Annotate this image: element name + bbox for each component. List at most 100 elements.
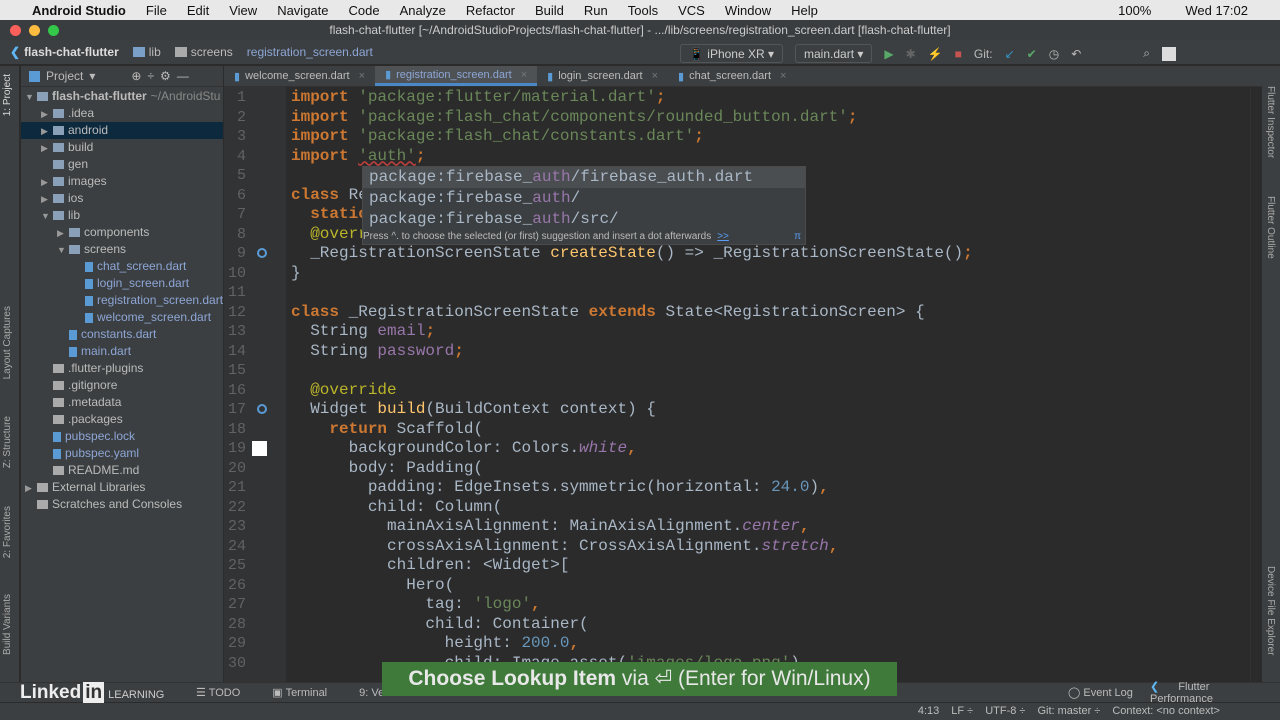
tab-welcome-screen[interactable]: ▮ welcome_screen.dart × [224,66,375,86]
tree-item[interactable]: registration_screen.dart [21,292,223,309]
line-separator[interactable]: LF ÷ [951,705,973,717]
menu-refactor[interactable]: Refactor [466,3,515,18]
tab-chat-screen[interactable]: ▮ chat_screen.dart × [668,66,796,86]
close-tab-icon[interactable]: × [359,70,365,82]
expand-arrow-icon[interactable]: ▶ [57,225,69,242]
run-config-selector[interactable]: main.dart ▾ [795,44,873,63]
menu-code[interactable]: Code [349,3,380,18]
tree-item[interactable]: constants.dart [21,326,223,343]
breadcrumb-file[interactable]: registration_screen.dart [247,45,373,59]
breadcrumb-screens[interactable]: screens [174,45,233,59]
menu-help[interactable]: Help [791,3,818,18]
tree-item[interactable]: ▶ images [21,173,223,190]
hint-more-link[interactable]: >> [717,231,729,242]
expand-arrow-icon[interactable]: ▶ [41,106,53,123]
tree-item[interactable]: ▼ flash-chat-flutter ~/AndroidStu [21,88,223,105]
menu-navigate[interactable]: Navigate [277,3,328,18]
expand-arrow-icon[interactable]: ▶ [41,123,53,140]
tree-item[interactable]: .metadata [21,394,223,411]
tree-item[interactable]: chat_screen.dart [21,258,223,275]
expand-arrow-icon[interactable]: ▶ [41,140,53,157]
editor-scrollbar[interactable] [1250,87,1262,682]
caret-position[interactable]: 4:13 [918,705,939,717]
tree-item[interactable]: ▶ External Libraries [21,479,223,496]
tree-item[interactable]: gen [21,156,223,173]
tree-item[interactable]: welcome_screen.dart [21,309,223,326]
flutter-inspector-tab[interactable]: Flutter Inspector [1265,86,1276,158]
tree-item[interactable]: ▶ components [21,224,223,241]
tree-item[interactable]: ▶ android [21,122,223,139]
layout-captures-tab[interactable]: Layout Captures [2,306,13,379]
gear-icon[interactable]: ⚙ [160,69,171,83]
close-window-button[interactable] [10,25,21,36]
tree-item[interactable]: pubspec.lock [21,428,223,445]
terminal-tab[interactable]: ▣ Terminal [272,686,343,699]
menu-view[interactable]: View [229,3,257,18]
tree-item[interactable]: README.md [21,462,223,479]
debug-icon[interactable]: ✱ [906,47,916,61]
menu-window[interactable]: Window [725,3,771,18]
expand-arrow-icon[interactable]: ▼ [25,89,37,106]
breadcrumb-lib[interactable]: lib [132,45,161,59]
revert-icon[interactable]: ↶ [1071,47,1081,61]
tree-item[interactable]: pubspec.yaml [21,445,223,462]
avatar[interactable] [1161,46,1176,61]
color-swatch-icon[interactable] [252,441,267,456]
tree-item[interactable]: ▶ ios [21,190,223,207]
expand-arrow-icon[interactable]: ▶ [41,174,53,191]
git-branch[interactable]: Git: master ÷ [1037,705,1100,717]
context[interactable]: Context: <no context> [1112,705,1220,717]
menu-tools[interactable]: Tools [628,3,658,18]
search-icon[interactable]: ⌕ [1143,46,1150,61]
tree-item[interactable]: ▼ screens [21,241,223,258]
flutter-outline-tab[interactable]: Flutter Outline [1265,196,1276,259]
tree-item[interactable]: .packages [21,411,223,428]
breadcrumb-project[interactable]: ❮ flash-chat-flutter [10,45,119,59]
expand-arrow-icon[interactable]: ▶ [41,191,53,208]
override-marker-icon[interactable] [257,404,267,414]
expand-arrow-icon[interactable]: ▶ [25,480,37,497]
menu-vcs[interactable]: VCS [678,3,705,18]
tree-item[interactable]: ▶ build [21,139,223,156]
autocomplete-item[interactable]: package:firebase_auth/src/ [363,209,805,230]
menu-file[interactable]: File [146,3,167,18]
tree-item[interactable]: ▶ .idea [21,105,223,122]
collapse-icon[interactable]: ÷ [147,69,154,83]
history-icon[interactable]: ◷ [1049,47,1059,61]
tree-item[interactable]: main.dart [21,343,223,360]
autocomplete-item[interactable]: package:firebase_auth/firebase_auth.dart [363,167,805,188]
menu-run[interactable]: Run [584,3,608,18]
tab-registration-screen[interactable]: ▮ registration_screen.dart × [375,66,538,86]
device-selector[interactable]: 📱 iPhone XR ▾ [680,44,784,63]
locate-icon[interactable]: ⊕ [131,69,141,83]
tree-item[interactable]: .flutter-plugins [21,360,223,377]
app-menu[interactable]: Android Studio [32,3,126,18]
run-icon[interactable]: ▶ [884,47,893,61]
project-view-selector[interactable]: Project [46,69,83,83]
project-tool-tab[interactable]: 1: Project [2,74,13,116]
close-tab-icon[interactable]: × [521,69,527,81]
pi-icon[interactable]: π [794,230,801,244]
structure-tab[interactable]: Z: Structure [2,416,13,468]
build-variants-tab[interactable]: Build Variants [2,594,13,655]
close-tab-icon[interactable]: × [652,70,658,82]
expand-arrow-icon[interactable]: ▼ [57,242,69,259]
favorites-tab[interactable]: 2: Favorites [2,506,13,558]
todo-tab[interactable]: ☰ TODO [196,686,256,699]
override-marker-icon[interactable] [257,248,267,258]
encoding[interactable]: UTF-8 ÷ [985,705,1025,717]
tree-item[interactable]: .gitignore [21,377,223,394]
hide-icon[interactable]: — [177,69,189,83]
tree-item[interactable]: ▼ lib [21,207,223,224]
device-file-explorer-tab[interactable]: Device File Explorer [1265,566,1276,655]
git-commit-icon[interactable]: ✔ [1027,47,1037,61]
tree-item[interactable]: login_screen.dart [21,275,223,292]
zoom-window-button[interactable] [48,25,59,36]
tab-login-screen[interactable]: ▮ login_screen.dart × [537,66,668,86]
expand-arrow-icon[interactable]: ▼ [41,208,53,225]
git-update-icon[interactable]: ↙ [1005,47,1015,61]
menu-build[interactable]: Build [535,3,564,18]
hot-reload-icon[interactable]: ⚡ [928,47,943,61]
menu-analyze[interactable]: Analyze [400,3,446,18]
autocomplete-item[interactable]: package:firebase_auth/ [363,188,805,209]
